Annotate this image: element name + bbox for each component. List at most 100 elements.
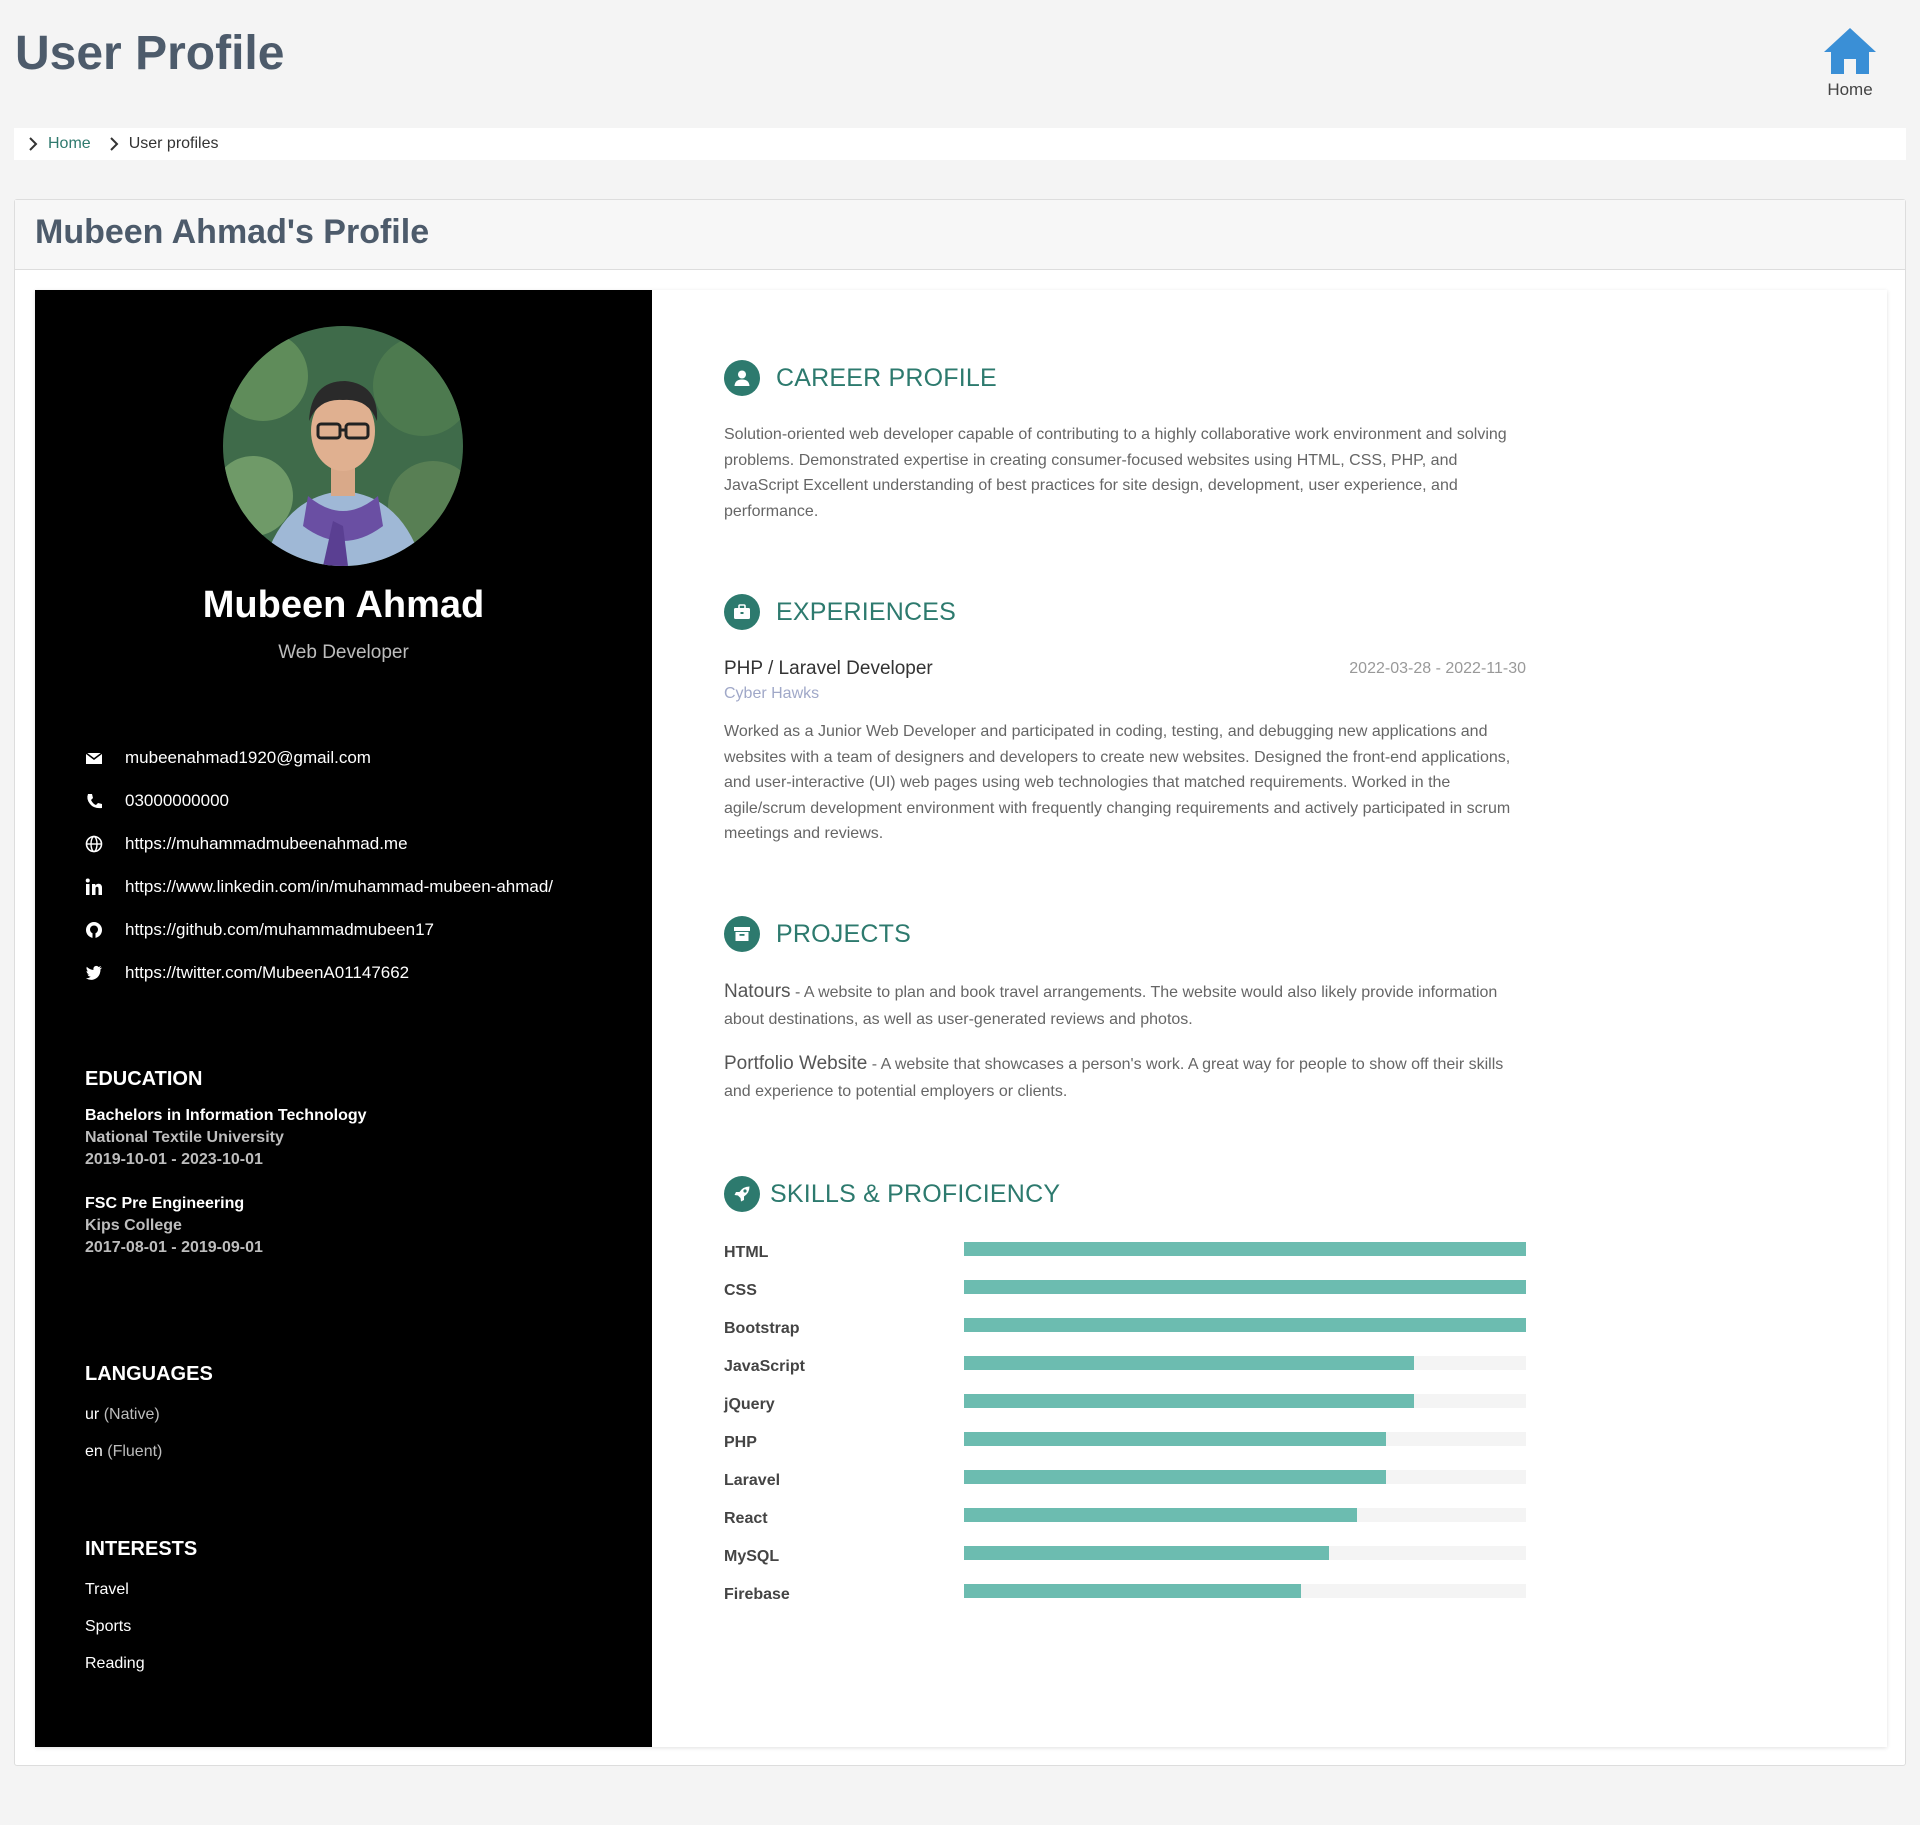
interests-section: INTERESTS Travel Sports Reading (85, 1538, 625, 1692)
experience-company: Cyber Hawks (724, 685, 820, 702)
envelope-icon (85, 749, 125, 767)
twitter-icon (85, 964, 125, 982)
skill-row: HTML (724, 1240, 1526, 1278)
skill-row: MySQL (724, 1544, 1526, 1582)
experiences-section-title: EXPERIENCES (724, 594, 956, 630)
skill-bar (964, 1432, 1526, 1446)
contact-email[interactable]: mubeenahmad1920@gmail.com (85, 736, 625, 779)
career-heading: CAREER PROFILE (776, 363, 997, 392)
skills-heading: SKILLS & PROFICIENCY (770, 1179, 1061, 1208)
education-institute: National Textile University (85, 1129, 284, 1146)
contact-phone[interactable]: 03000000000 (85, 779, 625, 822)
skill-bar-fill (964, 1584, 1302, 1598)
home-link[interactable]: Home (1815, 26, 1885, 100)
profile-card: Mubeen Ahmad's Profile Mubeen Ahmad Web … (14, 199, 1906, 1766)
skill-row: JavaScript (724, 1354, 1526, 1392)
skill-bar (964, 1470, 1526, 1484)
skill-name: MySQL (724, 1548, 780, 1565)
contact-linkedin-text: https://www.linkedin.com/in/muhammad-mub… (125, 876, 554, 896)
contact-website[interactable]: https://muhammadmubeenahmad.me (85, 822, 625, 865)
skill-bar-fill (964, 1470, 1386, 1484)
interest-item: Travel (85, 1581, 129, 1598)
contact-website-text: https://muhammadmubeenahmad.me (125, 833, 408, 853)
experience-description: Worked as a Junior Web Developer and par… (724, 723, 1511, 842)
skill-bar (964, 1584, 1526, 1598)
skill-bar-fill (964, 1394, 1414, 1408)
skill-bar (964, 1242, 1526, 1256)
skill-bar-fill (964, 1318, 1526, 1332)
contact-phone-text: 03000000000 (125, 790, 230, 810)
skills-section-title: SKILLS & PROFICIENCY (724, 1176, 1060, 1212)
education-dates: 2019-10-01 - 2023-10-01 (85, 1151, 263, 1168)
skill-bar-fill (964, 1280, 1526, 1294)
education-degree: Bachelors in Information Technology (85, 1107, 367, 1124)
skill-name: HTML (724, 1244, 769, 1261)
skill-bar (964, 1394, 1526, 1408)
breadcrumb: Home User profiles (14, 128, 1906, 160)
education-heading: EDUCATION (85, 1068, 203, 1090)
home-link-label: Home (1827, 80, 1873, 99)
resume: Mubeen Ahmad Web Developer mubeenahmad19… (35, 290, 1887, 1747)
contact-github[interactable]: https://github.com/muhammadmubeen17 (85, 908, 625, 951)
education-degree: FSC Pre Engineering (85, 1195, 245, 1212)
chevron-right-icon (109, 137, 119, 151)
projects-section-title: PROJECTS (724, 916, 911, 952)
skill-bar-fill (964, 1432, 1386, 1446)
language-code: en (85, 1443, 103, 1460)
chevron-right-icon (28, 137, 38, 151)
education-dates: 2017-08-01 - 2019-09-01 (85, 1239, 263, 1256)
skills-list: HTML CSS Bootstrap JavaScript jQuery PHP Larav… (724, 1240, 1526, 1620)
experience-dates: 2022-03-28 - 2022-11-30 (1349, 660, 1526, 677)
skill-row: Bootstrap (724, 1316, 1526, 1354)
career-text: Solution-oriented web developer capable … (724, 426, 1507, 520)
breadcrumb-home-link[interactable]: Home (48, 135, 91, 153)
skill-name: jQuery (724, 1396, 775, 1413)
interest-item: Reading (85, 1655, 145, 1672)
skill-row: jQuery (724, 1392, 1526, 1430)
breadcrumb-current: User profiles (128, 135, 219, 152)
language-item: en (Fluent) (85, 1443, 625, 1480)
language-level: (Fluent) (107, 1443, 163, 1460)
skill-bar (964, 1356, 1526, 1370)
skill-bar (964, 1546, 1526, 1560)
skill-name: PHP (724, 1434, 757, 1451)
skill-row: Firebase (724, 1582, 1526, 1620)
skill-name: Laravel (724, 1472, 781, 1489)
skill-bar (964, 1280, 1526, 1294)
project-name: Natours (724, 981, 791, 1002)
skill-bar (964, 1508, 1526, 1522)
language-level: (Native) (103, 1406, 160, 1423)
contact-github-text: https://github.com/muhammadmubeen17 (125, 919, 435, 939)
education-item: Bachelors in Information Technology Nati… (85, 1105, 625, 1171)
skill-row: PHP (724, 1430, 1526, 1468)
briefcase-icon (724, 594, 760, 630)
avatar-photo (223, 326, 463, 566)
skill-bar-fill (964, 1546, 1330, 1560)
skill-name: CSS (724, 1282, 757, 1299)
language-code: ur (85, 1406, 100, 1423)
languages-section: LANGUAGES ur (Native) en (Fluent) (85, 1363, 625, 1480)
experience-title: PHP / Laravel Developer (724, 658, 933, 679)
language-item: ur (Native) (85, 1406, 625, 1443)
contact-email-text: mubeenahmad1920@gmail.com (125, 747, 371, 767)
linkedin-icon (85, 878, 125, 896)
interest-item: Sports (85, 1618, 132, 1635)
education-item: FSC Pre Engineering Kips College 2017-08… (85, 1193, 625, 1259)
languages-heading: LANGUAGES (85, 1363, 213, 1385)
card-title: Mubeen Ahmad's Profile (15, 200, 1905, 270)
interests-heading: INTERESTS (85, 1538, 198, 1560)
home-icon (1824, 28, 1876, 74)
education-institute: Kips College (85, 1217, 182, 1234)
skill-name: React (724, 1510, 768, 1527)
contact-linkedin[interactable]: https://www.linkedin.com/in/muhammad-mub… (85, 865, 625, 908)
project-description: - A website to plan and book travel arra… (724, 984, 1498, 1028)
page-title: User Profile (15, 27, 285, 80)
skill-bar-fill (964, 1508, 1358, 1522)
contact-twitter[interactable]: https://twitter.com/MubeenA01147662 (85, 951, 625, 994)
skill-bar-fill (964, 1242, 1526, 1256)
career-section-title: CAREER PROFILE (724, 360, 997, 396)
skill-name: JavaScript (724, 1358, 805, 1375)
project-item: Natours - A website to plan and book tra… (724, 978, 1526, 1033)
user-icon (724, 360, 760, 396)
skill-row: CSS (724, 1278, 1526, 1316)
